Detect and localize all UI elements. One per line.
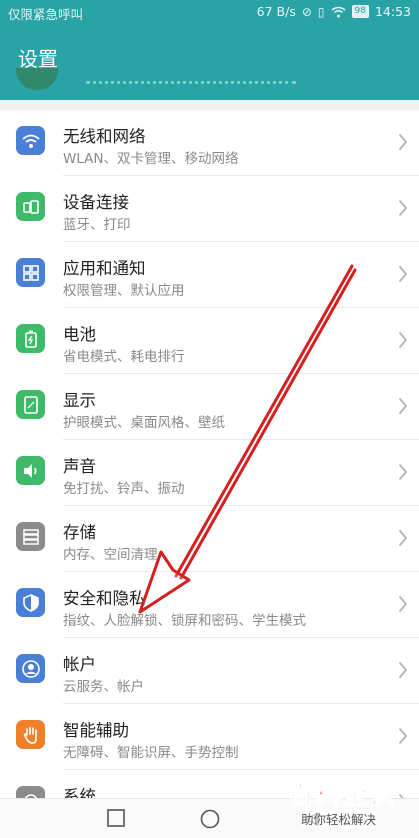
shield-icon xyxy=(16,588,45,617)
settings-item-title: 系统 xyxy=(63,787,96,798)
chevron-right-icon xyxy=(399,530,407,546)
device-connection-icon xyxy=(16,192,45,221)
wifi-status-icon xyxy=(331,6,345,17)
settings-item-subtitle: 免打扰、铃声、振动 xyxy=(63,481,185,497)
settings-item-title: 显示 xyxy=(63,391,96,410)
settings-item[interactable]: 帐户 云服务、帐户 xyxy=(0,638,419,704)
recent-apps-icon[interactable] xyxy=(107,809,125,827)
settings-item[interactable]: 声音免打扰、铃声、振动 xyxy=(0,440,419,506)
watermark-brand: 百科全说 xyxy=(287,781,397,812)
net-speed-text: 67 B/s xyxy=(256,4,296,19)
chevron-right-icon xyxy=(399,728,407,744)
apps-icon xyxy=(16,258,45,287)
settings-item[interactable]: 应用和通知权限管理、默认应用 xyxy=(0,242,419,308)
watermark: 百科全说 助你轻松解决 xyxy=(287,775,413,833)
clock-text: 14:53 xyxy=(374,4,411,19)
section-gap xyxy=(0,100,419,110)
chevron-right-icon xyxy=(399,464,407,480)
settings-item-title: 智能辅助 xyxy=(63,721,129,740)
account-name-partial xyxy=(86,74,296,84)
sound-icon xyxy=(16,456,45,485)
settings-item[interactable]: 智能辅助无障碍、智能识屏、手势控制 xyxy=(0,704,419,770)
chevron-right-icon xyxy=(399,134,407,150)
settings-item[interactable]: 电池省电模式、耗电排行 xyxy=(0,308,419,374)
no-disturb-icon: ⊘ xyxy=(301,4,312,19)
system-icon xyxy=(16,786,45,798)
chevron-right-icon xyxy=(399,596,407,612)
status-indicators: 67 B/s ⊘ ▯ 98 14:53 xyxy=(257,4,411,19)
vibrate-icon: ▯ xyxy=(317,4,325,19)
settings-item[interactable]: 设备连接 蓝牙、打印 xyxy=(0,176,419,242)
chevron-right-icon xyxy=(399,332,407,348)
settings-item-title: 声音 xyxy=(63,457,96,476)
settings-item-title: 电池 xyxy=(63,325,96,344)
settings-item[interactable]: 无线和网络 WLAN、双卡管理、移动网络 xyxy=(0,110,419,176)
settings-item-subtitle: 云服务、帐户 xyxy=(63,679,144,695)
carrier-status-text: 仅限紧急呼叫 xyxy=(8,7,84,22)
settings-item-subtitle: 省电模式、耗电排行 xyxy=(63,349,185,365)
settings-item-subtitle: 护眼模式、桌面风格、壁纸 xyxy=(63,415,225,431)
chevron-right-icon xyxy=(399,266,407,282)
settings-item-title: 应用和通知 xyxy=(63,259,146,278)
settings-item-title: 安全和隐私 xyxy=(63,589,146,608)
settings-list: 无线和网络 WLAN、双卡管理、移动网络 设备连接蓝牙、打印应用和通知权限管理、默认… xyxy=(0,110,419,798)
display-icon xyxy=(16,390,45,419)
settings-item-subtitle: 蓝牙、打印 xyxy=(63,217,131,233)
settings-item-title: 设备连接 xyxy=(63,193,129,212)
status-bar: 仅限紧急呼叫 67 B/s ⊘ ▯ 98 14:53 xyxy=(0,0,419,26)
settings-item-subtitle: 指纹、人脸解锁、锁屏和密码、学生模式 xyxy=(63,613,306,629)
chevron-right-icon xyxy=(399,200,407,216)
settings-item-title: 帐户 xyxy=(63,655,96,674)
wifi-icon xyxy=(16,126,45,155)
avatar xyxy=(16,68,58,90)
settings-item[interactable]: 存储 内存、空间清理 xyxy=(0,506,419,572)
settings-item-subtitle: 无障碍、智能识屏、手势控制 xyxy=(63,745,239,761)
battery-icon xyxy=(16,324,45,353)
settings-item-subtitle: 权限管理、默认应用 xyxy=(63,283,185,299)
settings-item[interactable]: 安全和隐私指纹、人脸解锁、锁屏和密码、学生模式 xyxy=(0,572,419,638)
hand-icon xyxy=(16,720,45,749)
account-icon xyxy=(16,654,45,683)
settings-item-title: 存储 xyxy=(63,523,96,542)
battery-status-icon: 98 xyxy=(351,5,369,18)
storage-icon xyxy=(16,522,45,551)
settings-item[interactable]: 显示护眼模式、桌面风格、壁纸 xyxy=(0,374,419,440)
settings-item-subtitle: 内存、空间清理 xyxy=(63,547,158,563)
header-bar: 仅限紧急呼叫 67 B/s ⊘ ▯ 98 14:53 设置 xyxy=(0,0,419,100)
chevron-right-icon xyxy=(399,398,407,414)
chevron-right-icon xyxy=(399,662,407,678)
home-icon[interactable] xyxy=(200,809,220,829)
settings-item-subtitle: WLAN、双卡管理、移动网络 xyxy=(63,151,239,167)
watermark-tagline: 助你轻松解决 xyxy=(301,809,377,828)
settings-item-title: 无线和网络 xyxy=(63,127,146,146)
account-summary-partial[interactable] xyxy=(16,68,316,92)
